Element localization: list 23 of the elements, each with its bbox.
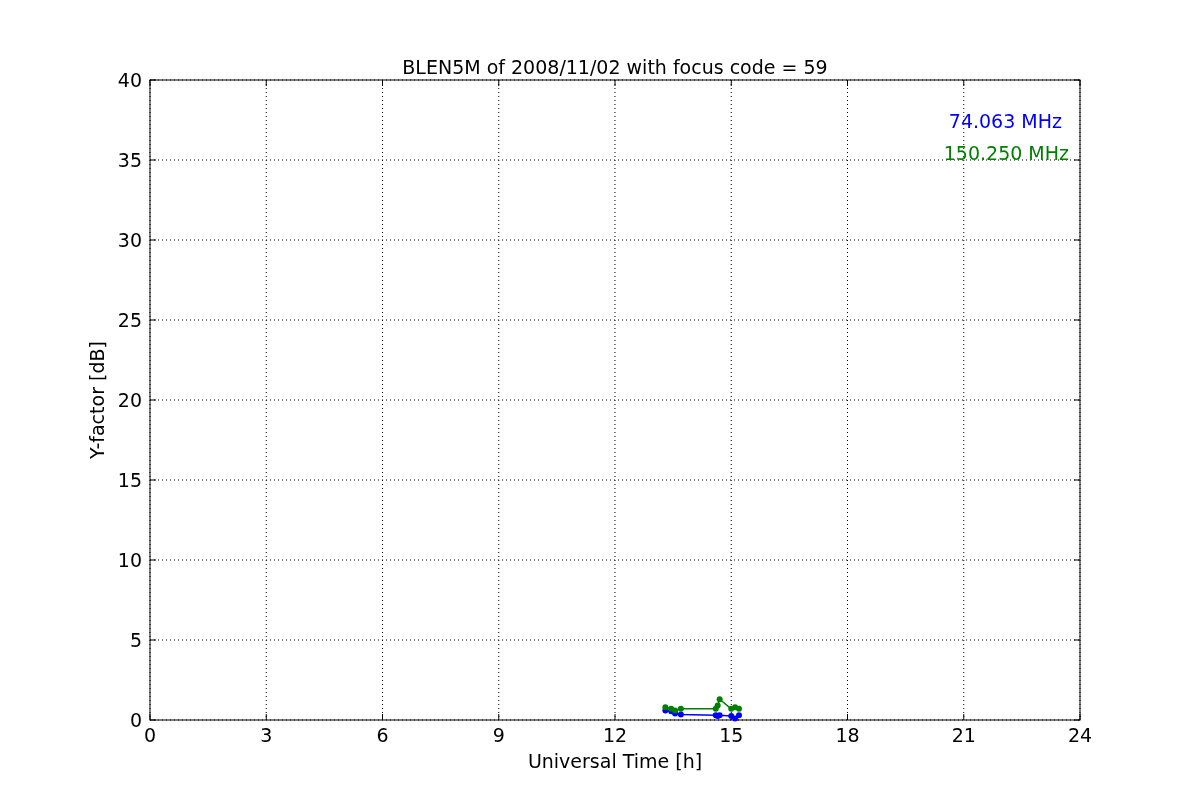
- x-tick-label: 21: [951, 724, 976, 746]
- y-tick-label: 20: [117, 389, 142, 411]
- x-tick-label: 9: [492, 724, 505, 746]
- x-tick-label: 3: [260, 724, 273, 746]
- x-tick-label: 24: [1067, 724, 1093, 746]
- y-tick-label: 15: [117, 469, 142, 491]
- y-tick-label: 35: [117, 149, 142, 171]
- y-tick-label: 30: [117, 229, 142, 251]
- chart-title: BLEN5M of 2008/11/02 with focus code = 59: [402, 56, 828, 78]
- y-tick-label: 0: [129, 709, 142, 731]
- legend-label: 74.063 MHz: [948, 110, 1062, 132]
- y-axis-label: Y-factor [dB]: [86, 341, 108, 459]
- legend-label: 150.250 MHz: [943, 142, 1069, 164]
- y-tick-label: 5: [129, 629, 142, 651]
- x-axis-label: Universal Time [h]: [527, 750, 703, 772]
- y-tick-label: 10: [117, 549, 142, 571]
- x-tick-label: 18: [835, 724, 860, 746]
- y-tick-label: 25: [117, 309, 142, 331]
- x-tick-label: 6: [376, 724, 389, 746]
- x-tick-label: 12: [602, 724, 628, 746]
- x-tick-label: 15: [719, 724, 744, 746]
- x-tick-label: 0: [143, 724, 157, 746]
- y-tick-label: 40: [117, 69, 142, 91]
